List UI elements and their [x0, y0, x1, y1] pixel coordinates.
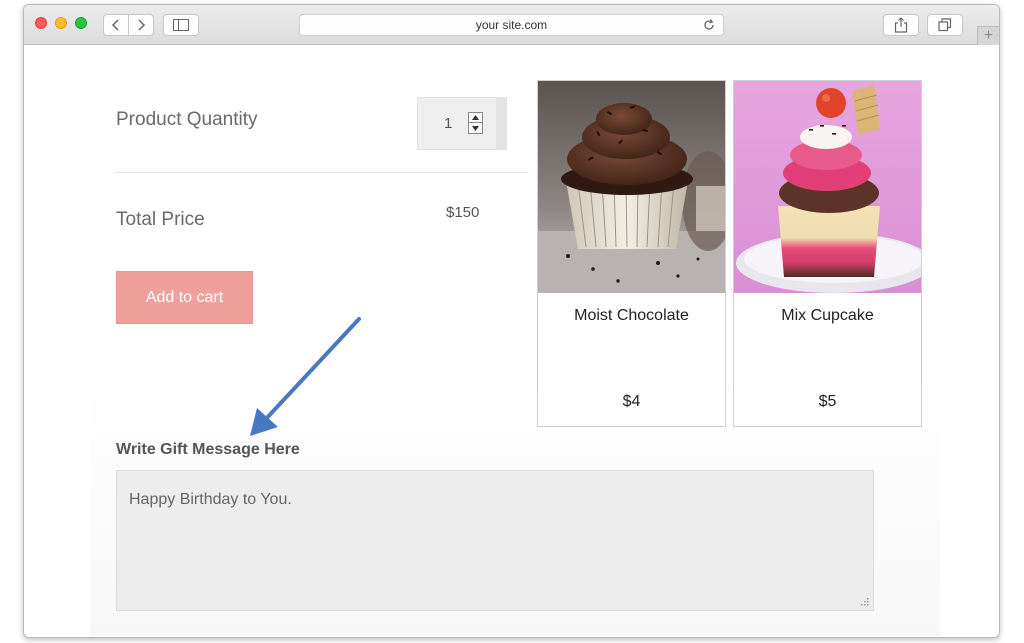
product-price: $5 [818, 393, 837, 410]
gift-message-input[interactable]: Happy Birthday to You. [116, 470, 874, 611]
total-price-label: Total Price [116, 209, 205, 230]
quantity-stepper[interactable] [468, 112, 483, 134]
quantity-label: Product Quantity [116, 109, 258, 130]
new-tab-button[interactable]: + [977, 26, 999, 45]
chevron-right-icon [138, 19, 146, 31]
plus-icon: + [983, 27, 994, 44]
gift-message-label: Write Gift Message Here [116, 441, 300, 458]
quantity-value: 1 [444, 115, 453, 132]
minimize-window-button[interactable] [55, 17, 67, 29]
reload-icon[interactable] [702, 18, 716, 32]
share-button[interactable] [883, 14, 919, 36]
quantity-field[interactable]: 1 [417, 97, 507, 150]
tabs-icon [938, 18, 952, 32]
add-to-cart-button[interactable]: Add to cart [116, 271, 253, 324]
total-price-value: $150 [446, 204, 480, 221]
product-card[interactable]: Mix Cupcake $5 [733, 80, 922, 427]
share-icon [894, 17, 908, 33]
url-text: your site.com [475, 18, 548, 32]
show-tabs-button[interactable] [927, 14, 963, 36]
browser-toolbar: your site.com + [24, 5, 999, 45]
resize-handle-icon[interactable] [858, 595, 870, 607]
browser-window: your site.com + Product Quantity 1 Total… [23, 4, 1000, 638]
sidebar-button[interactable] [163, 14, 199, 36]
page-content: Product Quantity 1 Total Price $150 Add … [24, 46, 999, 637]
product-price: $4 [622, 393, 641, 410]
quantity-field-edge [496, 98, 507, 149]
caret-up-icon [472, 115, 479, 120]
product-name[interactable]: Moist Chocolate [538, 307, 725, 325]
address-bar[interactable]: your site.com [299, 14, 724, 36]
zoom-window-button[interactable] [75, 17, 87, 29]
product-card[interactable]: Moist Chocolate $4 [537, 80, 726, 427]
chevron-left-icon [111, 19, 119, 31]
caret-down-icon [472, 125, 479, 131]
decrement-button[interactable] [469, 123, 482, 133]
close-window-button[interactable] [35, 17, 47, 29]
divider [116, 172, 529, 173]
forward-button[interactable] [128, 14, 154, 36]
product-name[interactable]: Mix Cupcake [734, 307, 921, 325]
product-image-chocolate-cupcake[interactable] [538, 81, 725, 293]
increment-button[interactable] [469, 113, 482, 123]
sidebar-icon [173, 19, 189, 31]
product-image-mix-cupcake[interactable] [734, 81, 921, 293]
back-button[interactable] [103, 14, 129, 36]
